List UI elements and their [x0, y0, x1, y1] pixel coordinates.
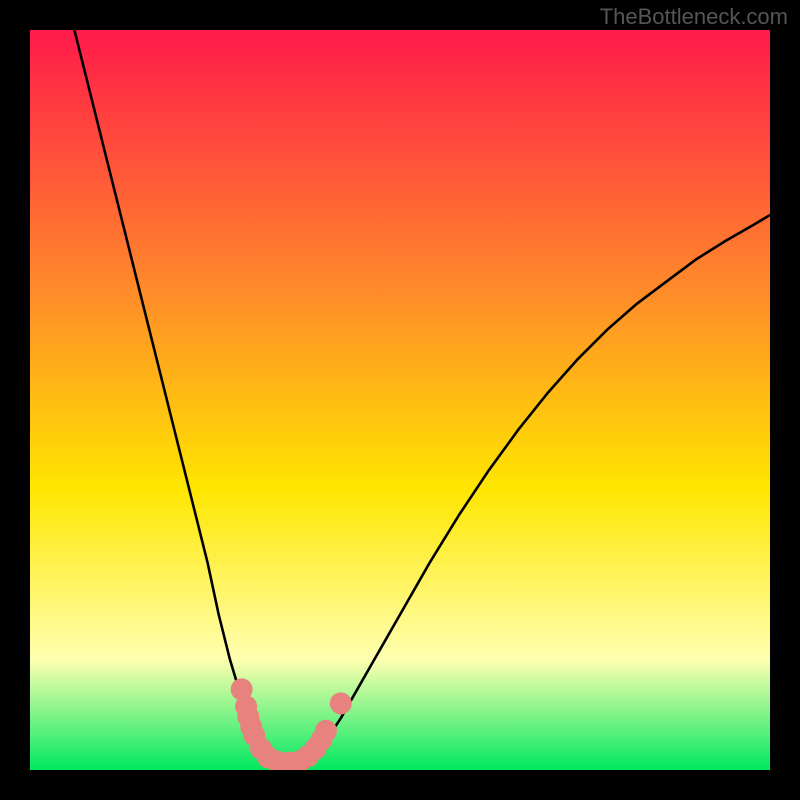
watermark-text: TheBottleneck.com	[600, 4, 788, 30]
data-marker	[315, 720, 337, 742]
chart-frame: TheBottleneck.com	[0, 0, 800, 800]
plot-area	[30, 30, 770, 770]
chart-svg	[30, 30, 770, 770]
gradient-background	[30, 30, 770, 770]
data-marker	[330, 692, 352, 714]
